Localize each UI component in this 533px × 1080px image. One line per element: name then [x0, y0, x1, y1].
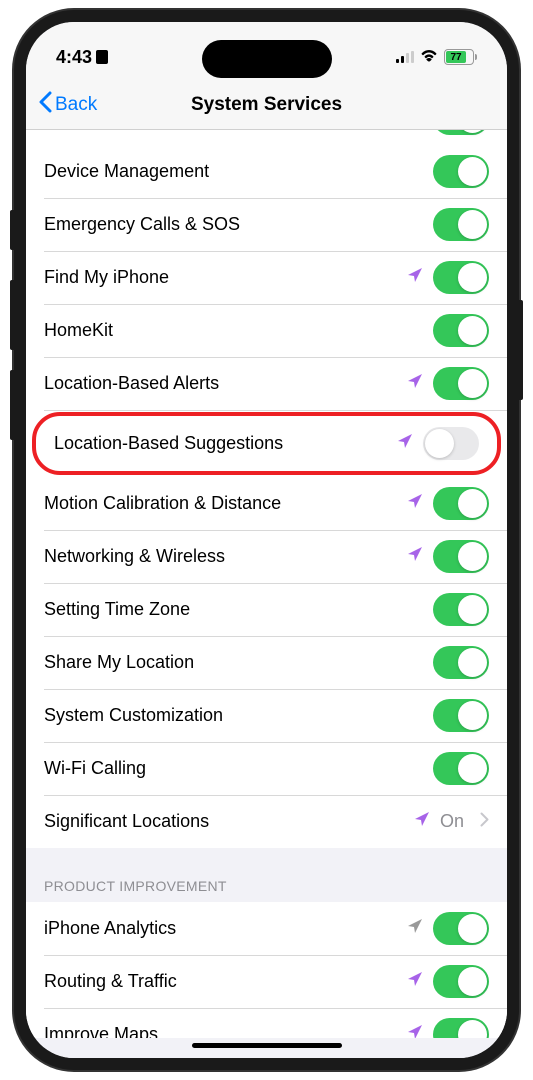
signal-icon: [396, 51, 414, 63]
settings-row-routing-traffic[interactable]: Routing & Traffic: [26, 955, 507, 1008]
settings-row-device-management[interactable]: Device Management: [26, 145, 507, 198]
nav-bar: Back System Services: [26, 80, 507, 130]
back-chevron-icon: [38, 91, 52, 119]
battery-percent: 77: [446, 51, 466, 63]
page-title: System Services: [191, 94, 342, 116]
settings-row-location-suggestions[interactable]: Location-Based Suggestions: [36, 416, 497, 471]
location-arrow-icon: [407, 1024, 423, 1038]
status-right: 77: [396, 48, 477, 67]
location-arrow-icon: [407, 918, 423, 939]
screen: 4:43 77: [26, 22, 507, 1058]
back-label: Back: [55, 94, 97, 116]
row-label: HomeKit: [44, 320, 433, 341]
location-alerts-toggle[interactable]: [433, 367, 489, 400]
settings-row-iphone-analytics[interactable]: iPhone Analytics: [26, 902, 507, 955]
section-header-product-improvement: PRODUCT IMPROVEMENT: [26, 848, 507, 902]
settings-row-find-my-iphone[interactable]: Find My iPhone: [26, 251, 507, 304]
row-label: System Customization: [44, 705, 433, 726]
row-label: Location-Based Suggestions: [54, 433, 397, 454]
dynamic-island: [202, 40, 332, 78]
find-my-iphone-toggle[interactable]: [433, 261, 489, 294]
phone-power-button: [519, 300, 523, 400]
location-suggestions-toggle[interactable]: [423, 427, 479, 460]
wifi-icon: [420, 48, 438, 67]
settings-row-location-alerts[interactable]: Location-Based Alerts: [26, 357, 507, 410]
share-location-toggle[interactable]: [433, 646, 489, 679]
location-arrow-icon: [407, 971, 423, 992]
row-label: Routing & Traffic: [44, 971, 407, 992]
settings-row-improve-maps[interactable]: Improve Maps: [26, 1008, 507, 1038]
system-customization-toggle[interactable]: [433, 699, 489, 732]
networking-toggle[interactable]: [433, 540, 489, 573]
improve-maps-toggle[interactable]: [433, 1018, 489, 1038]
phone-volume-down: [10, 370, 14, 440]
highlighted-row: Location-Based Suggestions: [32, 412, 501, 475]
phone-side-button: [10, 210, 14, 250]
status-time: 4:43: [56, 47, 108, 68]
row-label: Share My Location: [44, 652, 433, 673]
location-arrow-icon: [407, 267, 423, 288]
main-settings-group: Device Management Emergency Calls & SOS …: [26, 130, 507, 848]
location-arrow-icon: [407, 493, 423, 514]
settings-row-share-location[interactable]: Share My Location: [26, 636, 507, 689]
row-label: Setting Time Zone: [44, 599, 433, 620]
contact-icon: [96, 50, 108, 64]
location-arrow-icon: [407, 546, 423, 567]
routing-traffic-toggle[interactable]: [433, 965, 489, 998]
time-text: 4:43: [56, 47, 92, 68]
settings-row-significant-locations[interactable]: Significant Locations On: [26, 795, 507, 848]
toggle[interactable]: [433, 130, 489, 135]
chevron-right-icon: [480, 812, 489, 832]
wifi-calling-toggle[interactable]: [433, 752, 489, 785]
motion-calibration-toggle[interactable]: [433, 487, 489, 520]
location-arrow-icon: [397, 433, 413, 454]
row-label: Emergency Calls & SOS: [44, 214, 433, 235]
content-area[interactable]: Device Management Emergency Calls & SOS …: [26, 130, 507, 1058]
settings-row-motion-calibration[interactable]: Motion Calibration & Distance: [26, 477, 507, 530]
homekit-toggle[interactable]: [433, 314, 489, 347]
time-zone-toggle[interactable]: [433, 593, 489, 626]
phone-volume-up: [10, 280, 14, 350]
settings-row-networking[interactable]: Networking & Wireless: [26, 530, 507, 583]
row-label: Wi-Fi Calling: [44, 758, 433, 779]
product-improvement-group: iPhone Analytics Routing & Traffic: [26, 902, 507, 1038]
row-label: Significant Locations: [44, 811, 414, 832]
location-arrow-icon: [407, 373, 423, 394]
row-label: Motion Calibration & Distance: [44, 493, 407, 514]
home-indicator[interactable]: [192, 1043, 342, 1048]
device-management-toggle[interactable]: [433, 155, 489, 188]
settings-row-time-zone[interactable]: Setting Time Zone: [26, 583, 507, 636]
settings-row-partial-top[interactable]: [26, 130, 507, 145]
row-label: Improve Maps: [44, 1024, 407, 1038]
phone-frame: 4:43 77: [14, 10, 519, 1070]
battery-icon: 77: [444, 49, 477, 65]
detail-value: On: [440, 811, 464, 832]
location-arrow-icon: [414, 811, 430, 832]
settings-row-system-customization[interactable]: System Customization: [26, 689, 507, 742]
row-label: iPhone Analytics: [44, 918, 407, 939]
settings-row-emergency-calls[interactable]: Emergency Calls & SOS: [26, 198, 507, 251]
row-label: Device Management: [44, 161, 433, 182]
row-label: Networking & Wireless: [44, 546, 407, 567]
back-button[interactable]: Back: [38, 91, 97, 119]
row-label: Location-Based Alerts: [44, 373, 407, 394]
emergency-calls-toggle[interactable]: [433, 208, 489, 241]
settings-row-wifi-calling[interactable]: Wi-Fi Calling: [26, 742, 507, 795]
settings-row-homekit[interactable]: HomeKit: [26, 304, 507, 357]
row-label: Find My iPhone: [44, 267, 407, 288]
iphone-analytics-toggle[interactable]: [433, 912, 489, 945]
